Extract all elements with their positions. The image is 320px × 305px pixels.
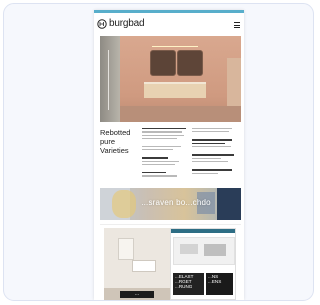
promo-right-text-block-1: ...ELAST ...RGET ...RUNG bbox=[173, 273, 204, 295]
title-line-1: Rebotted bbox=[100, 128, 131, 137]
promo-right-header-bar bbox=[171, 229, 235, 233]
color-banner[interactable]: ...sraven bo...chdo bbox=[100, 188, 241, 220]
body-text-column-1 bbox=[142, 128, 186, 179]
promo-right-text-block-2: ...NS ...ENS bbox=[206, 273, 233, 295]
title-line-2: pure bbox=[100, 137, 116, 146]
title-line-3: Varieties bbox=[100, 146, 129, 155]
promo-left-caption: ... bbox=[120, 291, 154, 298]
brand-header[interactable]: burgbad bbox=[97, 18, 145, 29]
email-newsletter: burgbad Rebotted pure Varieties ...srave… bbox=[94, 10, 244, 300]
screenshot-frame: burgbad Rebotted pure Varieties ...srave… bbox=[3, 3, 314, 301]
body-text-column-2 bbox=[192, 128, 236, 176]
hamburger-menu-icon[interactable] bbox=[234, 22, 240, 30]
promo-right-photo bbox=[173, 237, 235, 265]
burgbad-logo-icon bbox=[97, 18, 107, 29]
intro-title: Rebotted pure Varieties bbox=[100, 128, 140, 155]
intro-section: Rebotted pure Varieties bbox=[100, 128, 241, 186]
banner-text: ...sraven bo...chdo bbox=[141, 198, 211, 207]
brand-name: burgbad bbox=[109, 18, 145, 29]
wall-cabinet-image bbox=[118, 238, 134, 260]
divider bbox=[100, 224, 241, 225]
top-accent-bar bbox=[94, 10, 244, 13]
vanity-image bbox=[132, 260, 156, 272]
promo-tile-right[interactable]: ...ELAST ...RGET ...RUNG ...NS ...ENS bbox=[170, 228, 236, 300]
hero-image[interactable] bbox=[100, 36, 241, 122]
promo-tile-left[interactable]: ... bbox=[104, 228, 170, 300]
